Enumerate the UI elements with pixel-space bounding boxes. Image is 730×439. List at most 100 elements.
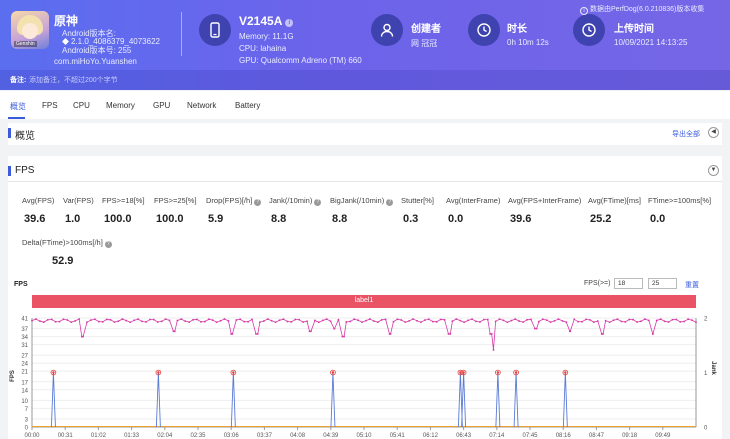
- fps-point: [679, 321, 682, 323]
- y-right-tick-label: 0: [704, 426, 708, 432]
- fps-point: [553, 320, 556, 322]
- metric-label: FPS>=18[%]: [102, 196, 145, 205]
- tab-overview[interactable]: 概览: [10, 101, 26, 112]
- fps-point: [369, 318, 371, 320]
- metric-label: Var(FPS): [63, 196, 94, 205]
- x-tick-label: 07:45: [522, 433, 538, 439]
- fps-point: [278, 319, 281, 322]
- fps-point: [652, 333, 654, 335]
- fps-point: [255, 333, 257, 335]
- fps-point: [667, 321, 670, 323]
- tab-battery[interactable]: Battery: [235, 101, 260, 110]
- fps-point: [101, 321, 104, 323]
- fps-point: [492, 349, 495, 351]
- remark-input[interactable]: 添加备注，不超过200个字节: [29, 75, 118, 85]
- fps-point: [608, 321, 611, 324]
- fps-chart[interactable]: 03710141721242731343741012FPSJank00:00 00…: [0, 310, 730, 439]
- metric-value: 5.9: [208, 213, 224, 225]
- fps-point: [35, 318, 37, 320]
- upload-time-title: 上传时间: [614, 24, 654, 35]
- fps-point: [389, 333, 392, 335]
- tab-gpu[interactable]: GPU: [153, 101, 170, 110]
- fps-point: [361, 321, 363, 324]
- fps-point: [404, 321, 407, 323]
- android-icon: [62, 38, 69, 45]
- y-tick-label: 17: [21, 380, 28, 386]
- fps-marker: [8, 166, 11, 176]
- fps-point: [333, 327, 336, 330]
- fps-point: [400, 319, 403, 321]
- tab-memory[interactable]: Memory: [106, 101, 135, 110]
- fps-point: [239, 318, 242, 321]
- fps-point: [337, 318, 340, 321]
- fps-point: [475, 320, 477, 323]
- fps-point: [256, 333, 259, 335]
- tab-network[interactable]: Network: [187, 101, 216, 110]
- collapse-left-icon[interactable]: ◀: [708, 127, 719, 138]
- metric-label: Drop(FPS)[/h]?: [206, 196, 262, 206]
- fps-point: [408, 320, 410, 322]
- phone-icon: [199, 14, 231, 46]
- fps-point: [424, 319, 426, 321]
- device-info-icon[interactable]: i: [285, 19, 294, 27]
- chart-title: FPS: [14, 281, 28, 288]
- x-tick-label: 03:37: [257, 433, 273, 439]
- fps-point: [683, 320, 686, 323]
- y-tick-label: 41: [21, 317, 28, 323]
- fps-point: [365, 319, 367, 322]
- fps-point: [266, 318, 269, 320]
- fps-threshold-input-2[interactable]: 25: [648, 278, 677, 289]
- fps-point: [263, 320, 265, 322]
- fps-point: [632, 318, 634, 321]
- fps-point: [396, 318, 399, 321]
- app-name: 原神: [54, 14, 79, 28]
- fps-point: [489, 333, 491, 335]
- fps-point: [50, 318, 53, 321]
- tab-cpu[interactable]: CPU: [73, 101, 90, 110]
- tab-fps[interactable]: FPS: [42, 101, 58, 110]
- fps-point: [314, 319, 316, 322]
- help-icon[interactable]: ?: [104, 241, 112, 248]
- help-icon[interactable]: ?: [254, 199, 262, 206]
- fps-point: [463, 321, 465, 324]
- fps-point: [184, 320, 187, 322]
- collapse-down-icon[interactable]: ▼: [708, 165, 719, 176]
- fps-point: [573, 318, 576, 321]
- fps-point: [373, 320, 375, 322]
- fps-section-title: FPS: [15, 165, 35, 176]
- duration-title: 时长: [507, 24, 527, 35]
- fps-point: [168, 319, 171, 322]
- x-tick-label: 05:10: [356, 433, 372, 439]
- fps-point: [66, 319, 69, 321]
- fps-point: [640, 320, 642, 323]
- fps-point: [471, 318, 473, 320]
- metric-label: FPS>=25[%]: [154, 196, 197, 205]
- fps-series-line: [31, 318, 697, 350]
- fps-point: [308, 330, 311, 333]
- export-all-link[interactable]: 导出全部: [672, 129, 700, 139]
- fps-point: [522, 321, 524, 323]
- fps-point: [585, 318, 587, 321]
- fps-point: [164, 318, 167, 320]
- metric-value: 8.8: [332, 213, 348, 225]
- fps-threshold-input-1[interactable]: 18: [614, 278, 643, 289]
- fps-point: [443, 318, 446, 321]
- fps-point: [318, 321, 320, 324]
- fps-point: [663, 320, 666, 323]
- help-icon[interactable]: ?: [314, 199, 322, 206]
- reset-link[interactable]: 重置: [685, 280, 699, 290]
- label-band-text: label1: [354, 297, 374, 304]
- help-icon[interactable]: ?: [386, 199, 394, 206]
- fps-point: [541, 318, 544, 321]
- fps-point: [602, 333, 604, 335]
- creator-title: 创建者: [411, 24, 441, 35]
- fps-point: [416, 320, 418, 322]
- jank-marker: [496, 371, 500, 374]
- fps-point: [39, 320, 41, 322]
- metric-value: 1.0: [65, 213, 81, 225]
- fps-point: [420, 321, 422, 324]
- fps-point: [227, 320, 230, 322]
- label-band[interactable]: label1: [32, 295, 696, 308]
- fps-point: [687, 318, 689, 320]
- y-tick-label: 3: [25, 418, 29, 424]
